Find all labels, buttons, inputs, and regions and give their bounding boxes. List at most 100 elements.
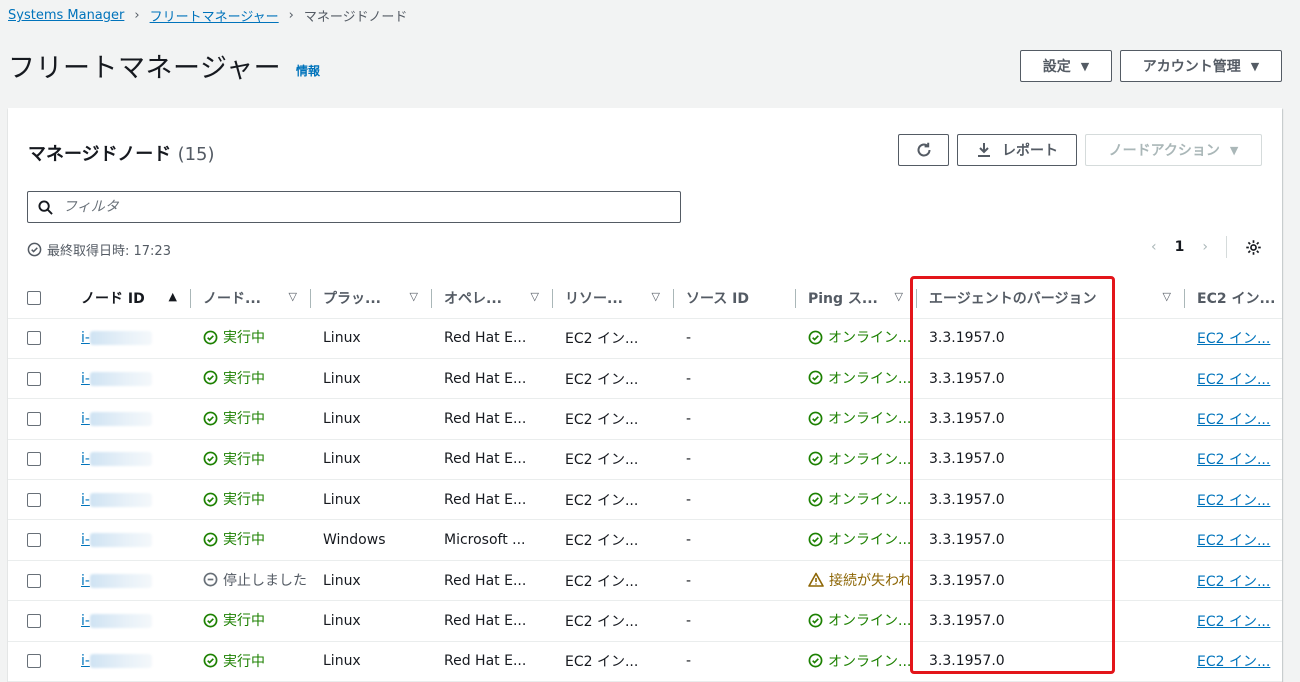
column-header-os[interactable]: オペレ... ▽ (432, 278, 553, 319)
ec2-instance-link[interactable]: EC2 イン... (1197, 331, 1270, 347)
node-id-link[interactable]: i- (81, 371, 152, 387)
row-checkbox[interactable] (27, 452, 41, 467)
table-row[interactable]: i- 実行中 Linux Red Hat E... EC2 イン... - オンライン...… (8, 318, 1282, 359)
node-id-cell: i- (69, 318, 191, 359)
ec2-instance-link[interactable]: EC2 イン... (1197, 493, 1270, 509)
node-action-button[interactable]: ノードアクション ▼ (1085, 134, 1262, 166)
info-link[interactable]: 情報 (296, 62, 320, 79)
table-row[interactable]: i- 実行中 Linux Red Hat E... EC2 イン... - オンライン...… (8, 479, 1282, 521)
column-header-ec2-instance[interactable]: EC2 イン... (1185, 278, 1282, 319)
row-checkbox[interactable] (27, 654, 41, 669)
node-id-link[interactable]: i- (81, 532, 152, 548)
column-header-agent-version[interactable]: エージェントのバージョン ▽ (917, 278, 1185, 319)
redacted-node-id (89, 613, 152, 628)
redacted-node-id (89, 411, 152, 426)
node-id-link[interactable]: i- (81, 451, 152, 467)
ec2-instance-link[interactable]: EC2 イン... (1197, 452, 1270, 468)
row-checkbox[interactable] (27, 371, 41, 386)
pager-divider (1226, 236, 1227, 258)
column-header-platform[interactable]: プラッ... ▽ (311, 278, 432, 319)
column-header-source-id[interactable]: ソース ID (674, 278, 796, 319)
table-row[interactable]: i- 停止しました Linux Red Hat E... EC2 イン... - 接続が失わ… (8, 560, 1282, 602)
filter-input[interactable] (63, 199, 663, 215)
os-cell: Red Hat E... (432, 358, 553, 400)
filter-field[interactable] (27, 191, 681, 223)
row-checkbox[interactable] (27, 613, 41, 628)
column-header-node-state[interactable]: ノード... ▽ (191, 278, 311, 319)
column-label: Ping ス... (808, 290, 878, 307)
report-button[interactable]: レポート (957, 134, 1077, 166)
page-number[interactable]: 1 (1175, 239, 1185, 255)
ec2-instance-link[interactable]: EC2 イン... (1197, 372, 1270, 388)
os-cell: Red Hat E... (432, 439, 553, 481)
column-label: ノード... (203, 290, 261, 307)
table-row[interactable]: i- 実行中 Linux Red Hat E... EC2 イン... - オンライン...… (8, 358, 1282, 400)
ec2-instance-link[interactable]: EC2 イン... (1197, 533, 1270, 549)
ping-status: オンライン... (808, 610, 911, 630)
agent-version-cell: 3.3.1957.0 (917, 318, 1185, 359)
node-state-text: 実行中 (223, 411, 265, 428)
node-id-link[interactable]: i- (81, 330, 152, 346)
sort-icon: ▽ (1162, 290, 1171, 303)
ping-status-text: オンライン... (828, 411, 912, 428)
node-id-prefix: i- (81, 370, 90, 387)
chevron-right-icon: › (288, 8, 294, 23)
column-label: EC2 イン... (1197, 290, 1276, 307)
ping-status-cell: オンライン... (796, 358, 917, 400)
managed-nodes-panel: マネージドノード (15) レポート ノードアクション ▼ 最終取得日時: 17… (8, 108, 1282, 682)
table-row[interactable]: i- 実行中 Windows Microsoft ... EC2 イン... - オンライン… (8, 519, 1282, 561)
table-row[interactable]: i- 実行中 Linux Red Hat E... EC2 イン... - オンライン...… (8, 641, 1282, 682)
ping-status: オンライン... (808, 449, 911, 469)
ec2-instance-link[interactable]: EC2 イン... (1197, 654, 1270, 670)
account-management-button[interactable]: アカウント管理 ▼ (1120, 50, 1282, 82)
row-checkbox[interactable] (27, 492, 41, 507)
node-id-link[interactable]: i- (81, 492, 152, 508)
row-select-cell (8, 358, 69, 400)
source-id-cell: - (674, 398, 796, 440)
node-id-cell: i- (69, 479, 191, 521)
prev-page-icon[interactable]: ‹ (1151, 239, 1157, 255)
platform-cell: Windows (311, 519, 432, 561)
gear-icon[interactable] (1245, 239, 1262, 256)
column-label: オペレ... (444, 290, 502, 307)
table-header-row: ノード ID ▲ ノード... ▽ プラッ... ▽ オペレ... ▽ リソー... ▽ … (8, 278, 1282, 319)
column-header-node-id[interactable]: ノード ID ▲ (69, 278, 191, 319)
report-button-label: レポート (1002, 143, 1058, 159)
node-id-link[interactable]: i- (81, 613, 152, 629)
ping-status-cell: オンライン... (796, 641, 917, 682)
node-id-link[interactable]: i- (81, 573, 152, 589)
refresh-button[interactable] (898, 134, 949, 166)
breadcrumb-systems-manager[interactable]: Systems Manager (8, 8, 124, 23)
ec2-instance-link[interactable]: EC2 イン... (1197, 574, 1270, 590)
ping-status: オンライン... (808, 327, 911, 347)
row-select-cell (8, 398, 69, 440)
node-action-label: ノードアクション (1108, 143, 1220, 159)
node-state-cell: 実行中 (191, 318, 311, 359)
select-all-checkbox[interactable] (27, 290, 41, 305)
table-row[interactable]: i- 実行中 Linux Red Hat E... EC2 イン... - オンライン...… (8, 600, 1282, 642)
column-header-ping-status[interactable]: Ping ス... ▽ (796, 278, 917, 319)
platform-cell: Linux (311, 439, 432, 481)
ec2-instance-link[interactable]: EC2 イン... (1197, 614, 1270, 630)
table-row[interactable]: i- 実行中 Linux Red Hat E... EC2 イン... - オンライン...… (8, 439, 1282, 481)
next-page-icon[interactable]: › (1202, 239, 1208, 255)
nodes-table: ノード ID ▲ ノード... ▽ プラッ... ▽ オペレ... ▽ リソー... ▽ … (8, 278, 1282, 682)
node-id-cell: i- (69, 398, 191, 440)
breadcrumb-fleet-manager[interactable]: フリートマネージャー (150, 6, 279, 25)
row-checkbox[interactable] (27, 573, 41, 588)
row-checkbox[interactable] (27, 411, 41, 426)
node-id-link[interactable]: i- (81, 411, 152, 427)
node-state-cell: 実行中 (191, 358, 311, 400)
check-circle-icon (808, 492, 823, 506)
sort-ascending-icon: ▲ (168, 290, 177, 303)
row-checkbox[interactable] (27, 533, 41, 548)
settings-button[interactable]: 設定 ▼ (1020, 50, 1112, 82)
ec2-instance-cell: EC2 イン... (1185, 560, 1282, 602)
ec2-instance-link[interactable]: EC2 イン... (1197, 412, 1270, 428)
column-header-resource[interactable]: リソー... ▽ (553, 278, 674, 319)
row-checkbox[interactable] (27, 331, 41, 346)
table-row[interactable]: i- 実行中 Linux Red Hat E... EC2 イン... - オンライン...… (8, 398, 1282, 440)
ec2-instance-cell: EC2 イン... (1185, 600, 1282, 642)
node-id-link[interactable]: i- (81, 653, 152, 669)
os-cell: Microsoft ... (432, 519, 553, 561)
